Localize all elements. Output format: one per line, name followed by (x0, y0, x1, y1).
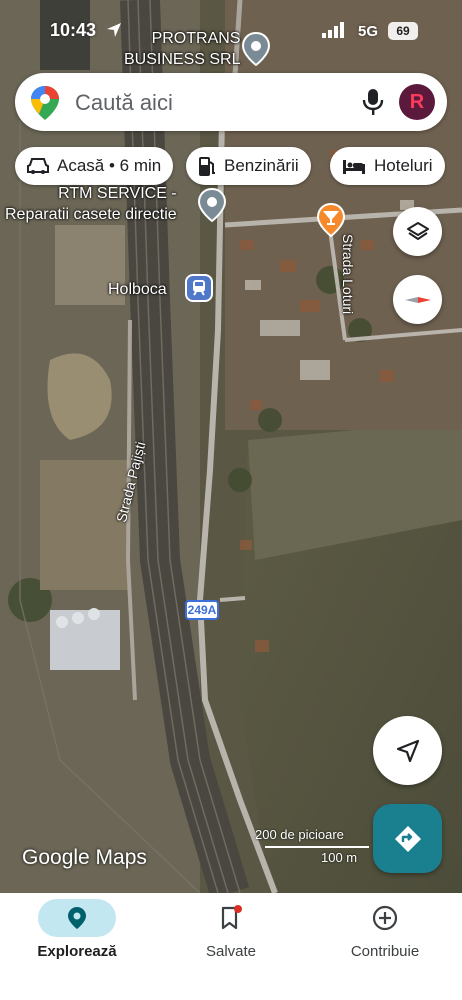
bed-icon (343, 160, 365, 174)
explore-pin-icon (68, 907, 86, 929)
directions-icon (394, 825, 421, 852)
layers-button[interactable] (393, 207, 442, 256)
tab-saved-label: Salvate (205, 943, 257, 960)
navigation-arrow-icon (396, 739, 419, 762)
microphone-icon[interactable] (361, 88, 385, 116)
tab-contribute-label: Contribuie (350, 943, 420, 960)
chip-home-label: Acasă • 6 min (57, 156, 162, 175)
scale-bar (265, 846, 369, 848)
place-label-protrans[interactable]: PROTRANS BUSINESS SRL (124, 28, 240, 70)
chip-home[interactable]: Acasă • 6 min (15, 147, 174, 185)
bottom-navigation: Explorează Salvate Contribuie (0, 893, 462, 1000)
gas-station-icon (199, 157, 215, 176)
network-type: 5G (358, 23, 379, 40)
my-location-button[interactable] (373, 716, 442, 785)
status-time: 10:43 (50, 20, 97, 40)
tab-explore-label: Explorează (37, 943, 117, 960)
bookmark-icon (221, 905, 242, 930)
road-number-badge: 249A (185, 600, 219, 620)
place-label-holboca[interactable]: Holboca (108, 280, 167, 299)
scale-feet: 200 de picioare (255, 827, 344, 842)
chip-hotels[interactable]: Hoteluri (330, 147, 445, 185)
train-station-icon[interactable] (185, 274, 213, 302)
place-pin-icon[interactable] (241, 32, 271, 66)
car-icon (27, 158, 49, 174)
layers-icon (406, 221, 429, 240)
battery-indicator: 69 (388, 22, 418, 40)
tab-explore[interactable]: Explorează (0, 899, 154, 960)
signal-strength-icon (322, 22, 344, 38)
tab-saved[interactable]: Salvate (154, 899, 308, 960)
search-placeholder: Caută aici (75, 90, 173, 115)
google-maps-logo: Google Maps (22, 846, 147, 869)
bar-pin-icon[interactable] (316, 203, 346, 237)
tab-contribute[interactable]: Contribuie (308, 899, 462, 960)
compass-icon (404, 296, 431, 303)
search-bar[interactable]: Caută aici R (15, 73, 447, 131)
chip-hotels-label: Hoteluri (374, 156, 433, 175)
place-label-rtm-service[interactable]: RTM SERVICE - Reparatii casete directie (5, 183, 177, 225)
location-arrow-icon (107, 23, 121, 37)
street-label-loturi: Strada Loturi (340, 234, 356, 315)
scale-meters: 100 m (321, 850, 358, 865)
add-circle-icon (372, 905, 398, 931)
chip-gas-stations-label: Benzinării (224, 156, 299, 175)
place-pin-icon[interactable] (197, 188, 227, 222)
chip-gas-stations[interactable]: Benzinării (186, 147, 311, 185)
google-maps-pin-icon (31, 86, 59, 120)
directions-button[interactable] (373, 804, 442, 873)
compass-button[interactable] (393, 275, 442, 324)
account-avatar[interactable]: R (399, 84, 435, 120)
